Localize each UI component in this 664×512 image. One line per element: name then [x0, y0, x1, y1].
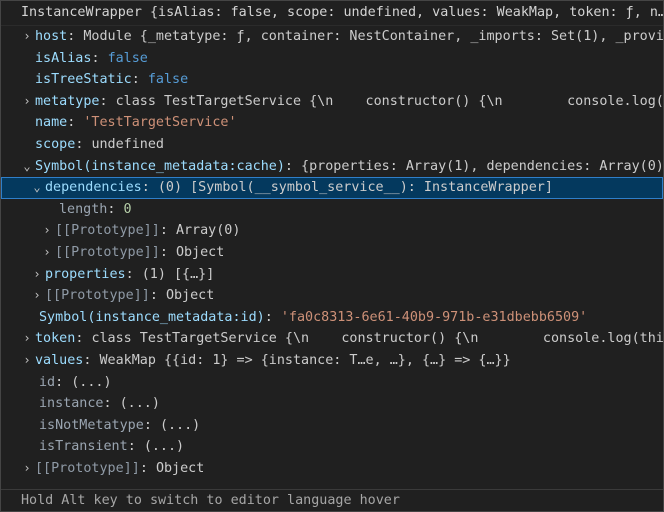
separator: : — [159, 223, 176, 239]
property-key: isTransient — [39, 439, 128, 455]
property-key: [[Prototype]] — [35, 460, 140, 476]
separator: : — [83, 352, 100, 368]
property-value: 0 — [123, 201, 132, 217]
property-key: host — [35, 29, 68, 44]
separator: : — [131, 72, 148, 88]
tree-row-token[interactable]: › token: class TestTargetService {\n cons… — [1, 328, 663, 350]
tree-row-symbol-cache[interactable]: ⌄ Symbol(instance_metadata:cache): {prope… — [1, 156, 663, 178]
property-value: (1) [{…}] — [141, 266, 215, 282]
property-key: id — [39, 374, 56, 390]
tree-row-name[interactable]: name: 'TestTargetService' — [1, 112, 663, 134]
property-value: WeakMap {{id: 1} => {instance: T…e, …}, … — [99, 352, 511, 368]
lazy-value[interactable]: (...) — [160, 418, 200, 433]
lazy-value[interactable]: (...) — [71, 375, 111, 390]
variable-tree: › host: Module {_metatype: ƒ, container: … — [1, 26, 663, 479]
property-value: Object — [165, 288, 215, 304]
tree-row-instance[interactable]: instance: (...) — [1, 393, 663, 415]
chevron-right-icon[interactable]: › — [29, 285, 45, 307]
separator: : — [284, 158, 302, 174]
separator: : — [139, 460, 156, 476]
tree-row-prototype-object[interactable]: › [[Prototype]]: Object — [1, 242, 663, 264]
property-key: length — [59, 201, 108, 217]
separator: : — [141, 180, 158, 196]
separator: : — [149, 288, 166, 304]
chevron-right-icon[interactable]: › — [39, 220, 55, 242]
tree-row-metatype[interactable]: › metatype: class TestTargetService {\n c… — [1, 91, 663, 113]
property-key: scope — [35, 136, 76, 152]
property-value: Array(0) — [175, 223, 241, 239]
property-key: dependencies — [45, 180, 142, 196]
property-key: name — [35, 115, 68, 131]
separator: : — [103, 396, 120, 412]
chevron-right-icon[interactable]: › — [19, 350, 35, 372]
tree-row-isalias[interactable]: isAlias: false — [1, 48, 663, 70]
property-value: Module {_metatype: ƒ, container: NestCon… — [83, 29, 663, 44]
property-key: metatype — [35, 93, 100, 109]
property-key: isAlias — [35, 50, 92, 66]
hover-title: InstanceWrapper {isAlias: false, scope: … — [1, 1, 663, 26]
property-key: Symbol(instance_metadata:cache) — [35, 158, 285, 174]
property-value: (0) [Symbol(__symbol_service__): Instanc… — [157, 180, 553, 196]
separator: : — [55, 374, 72, 390]
tree-row-symbol-id[interactable]: Symbol(instance_metadata:id): 'fa0c8313-… — [1, 307, 663, 329]
tree-row-properties[interactable]: › properties: (1) [{…}] — [1, 264, 663, 286]
property-key: instance — [39, 396, 104, 412]
property-value: 'fa0c8313-6e61-40b9-971b-e31dbebb6509' — [280, 309, 588, 325]
separator: : — [67, 29, 84, 44]
separator: : — [143, 417, 160, 433]
lazy-value[interactable]: (...) — [120, 396, 160, 411]
property-key: [[Prototype]] — [45, 288, 150, 304]
separator: : — [125, 266, 142, 282]
tree-row-length[interactable]: length: 0 — [1, 199, 663, 221]
property-value: false — [147, 72, 189, 88]
separator: : — [91, 50, 108, 66]
property-value: false — [107, 50, 148, 66]
separator: : — [127, 439, 144, 455]
chevron-right-icon[interactable]: › — [19, 26, 35, 48]
property-key: token — [35, 331, 76, 347]
tree-row-id[interactable]: id: (...) — [1, 372, 663, 394]
tree-row-dependencies[interactable]: ⌄ dependencies: (0) [Symbol(__symbol_serv… — [1, 177, 663, 199]
chevron-right-icon[interactable]: › — [39, 242, 55, 264]
tree-row-prototype-array[interactable]: › [[Prototype]]: Array(0) — [1, 220, 663, 242]
hover-status-bar: Hold Alt key to switch to editor languag… — [1, 489, 663, 511]
property-key: values — [35, 352, 84, 368]
property-key: isNotMetatype — [39, 417, 144, 433]
property-value: {properties: Array(1), dependencies: Arr… — [301, 158, 663, 174]
tree-row-scope[interactable]: scope: undefined — [1, 134, 663, 156]
debug-hover-widget: InstanceWrapper {isAlias: false, scope: … — [0, 0, 664, 512]
separator: : — [99, 93, 116, 109]
chevron-down-icon[interactable]: ⌄ — [19, 156, 35, 178]
separator: : — [67, 115, 84, 131]
property-value: Object — [155, 460, 205, 476]
tree-row-values[interactable]: › values: WeakMap {{id: 1} => {instance: … — [1, 350, 663, 372]
property-value: Object — [175, 244, 225, 260]
separator: : — [75, 331, 92, 347]
chevron-down-icon[interactable]: ⌄ — [29, 177, 45, 199]
property-value: 'TestTargetService' — [83, 115, 237, 131]
tree-row-host[interactable]: › host: Module {_metatype: ƒ, container: … — [1, 26, 663, 48]
tree-row-prototype-object[interactable]: › [[Prototype]]: Object — [1, 458, 663, 480]
property-key: [[Prototype]] — [55, 223, 160, 239]
property-key: properties — [45, 266, 126, 282]
separator: : — [264, 309, 281, 325]
chevron-right-icon[interactable]: › — [29, 264, 45, 286]
separator: : — [159, 244, 176, 260]
tree-row-isnotmetatype[interactable]: isNotMetatype: (...) — [1, 415, 663, 437]
chevron-right-icon[interactable]: › — [19, 458, 35, 480]
property-value: undefined — [91, 136, 164, 152]
property-value: class TestTargetService {\n constructor(… — [115, 93, 663, 109]
property-key: [[Prototype]] — [55, 244, 160, 260]
chevron-right-icon[interactable]: › — [19, 91, 35, 113]
tree-row-istransient[interactable]: isTransient: (...) — [1, 436, 663, 458]
property-value: class TestTargetService {\n constructor(… — [91, 331, 663, 347]
lazy-value[interactable]: (...) — [144, 439, 184, 454]
property-key: isTreeStatic — [35, 72, 132, 88]
tree-row-istreestatic[interactable]: isTreeStatic: false — [1, 69, 663, 91]
separator: : — [75, 136, 92, 152]
chevron-right-icon[interactable]: › — [19, 328, 35, 350]
tree-row-prototype-object[interactable]: › [[Prototype]]: Object — [1, 285, 663, 307]
property-key: Symbol(instance_metadata:id) — [39, 309, 265, 325]
separator: : — [107, 201, 124, 217]
